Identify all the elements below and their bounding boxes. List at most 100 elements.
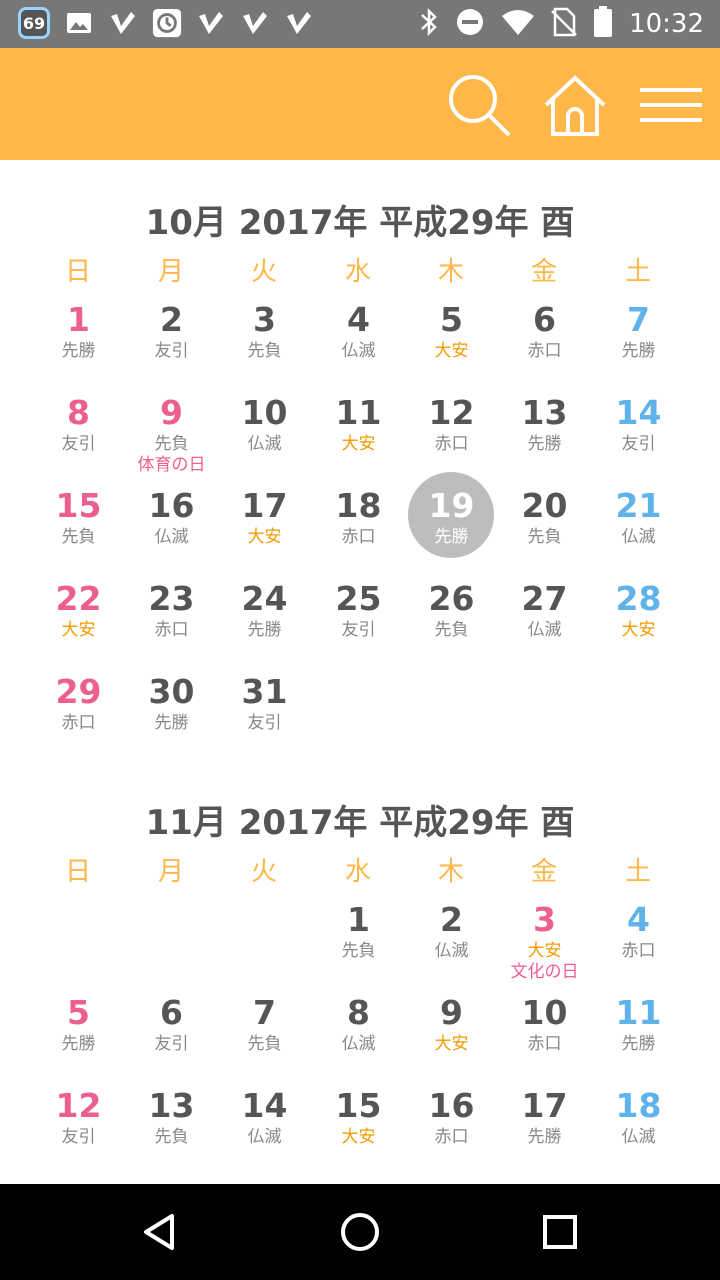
rokuyo-label: 仏滅 xyxy=(341,1034,376,1054)
weekday-header: 火 xyxy=(250,857,277,887)
weekday-header: 日 xyxy=(64,257,91,287)
calendar-day[interactable]: 30 先勝 xyxy=(125,672,218,734)
home-icon[interactable] xyxy=(540,70,610,140)
calendar-day[interactable]: 4 赤口 xyxy=(592,900,685,962)
calendar-day[interactable]: 13 先勝 xyxy=(498,393,591,455)
calendar-day[interactable]: 2 仏滅 xyxy=(405,900,498,962)
calendar-day[interactable]: 28 大安 xyxy=(592,579,685,641)
rokuyo-label: 先負 xyxy=(154,1127,189,1147)
recents-icon[interactable] xyxy=(534,1206,586,1258)
holiday-label: 体育の日 xyxy=(137,455,206,475)
calendar-day[interactable]: 3 大安 文化の日 xyxy=(498,900,591,982)
calendar-day[interactable]: 4 仏滅 xyxy=(312,300,405,362)
calendar-day[interactable]: 6 赤口 xyxy=(498,300,591,362)
calendar-day[interactable]: 11 大安 xyxy=(312,393,405,455)
wifi-icon xyxy=(501,8,535,40)
rokuyo-label: 先勝 xyxy=(154,713,189,733)
rokuyo-label: 友引 xyxy=(247,713,282,733)
month-title: 11月 2017年 平成29年 酉 xyxy=(145,803,575,843)
rokuyo-label: 先勝 xyxy=(61,1034,96,1054)
back-icon[interactable] xyxy=(134,1206,186,1258)
calendar-day[interactable]: 10 仏滅 xyxy=(218,393,311,455)
calendar-day[interactable]: 7 先負 xyxy=(218,993,311,1055)
check-icon xyxy=(196,8,226,38)
rokuyo-label: 仏滅 xyxy=(154,527,189,547)
calendar-day[interactable]: 9 大安 xyxy=(405,993,498,1055)
rokuyo-label: 友引 xyxy=(341,620,376,640)
weekday-header: 日 xyxy=(64,857,91,887)
day-number: 17 xyxy=(521,1086,568,1125)
day-number: 13 xyxy=(148,1086,195,1125)
day-number: 26 xyxy=(428,579,475,618)
check-icon xyxy=(240,8,270,38)
calendar-day[interactable]: 14 友引 xyxy=(592,393,685,455)
day-number: 11 xyxy=(335,393,382,432)
calendar-day[interactable]: 23 赤口 xyxy=(125,579,218,641)
calendar-day[interactable]: 17 大安 xyxy=(218,486,311,548)
calendar-day[interactable]: 26 先負 xyxy=(405,579,498,641)
calendar-day[interactable]: 8 仏滅 xyxy=(312,993,405,1055)
calendar-day[interactable]: 22 大安 xyxy=(32,579,125,641)
home-circle-icon[interactable] xyxy=(334,1206,386,1258)
weekday-header: 水 xyxy=(344,257,371,287)
calendar-day[interactable]: 21 仏滅 xyxy=(592,486,685,548)
day-number: 8 xyxy=(67,393,90,432)
weekday-header: 土 xyxy=(624,257,651,287)
day-number: 1 xyxy=(67,300,90,339)
menu-icon[interactable] xyxy=(636,70,706,140)
weekday-header: 月 xyxy=(157,257,184,287)
day-number: 5 xyxy=(67,993,90,1032)
rokuyo-label: 大安 xyxy=(621,620,656,640)
calendar-day[interactable]: 11 先勝 xyxy=(592,993,685,1055)
rokuyo-label: 先勝 xyxy=(434,527,469,547)
day-number: 18 xyxy=(335,486,382,525)
calendar-day[interactable]: 24 先勝 xyxy=(218,579,311,641)
rokuyo-label: 先勝 xyxy=(247,620,282,640)
rokuyo-label: 大安 xyxy=(341,434,376,454)
rokuyo-label: 先負 xyxy=(434,620,469,640)
calendar-day[interactable]: 15 先負 xyxy=(32,486,125,548)
calendar-day[interactable]: 17 先勝 xyxy=(498,1086,591,1148)
calendar-day[interactable]: 1 先負 xyxy=(312,900,405,962)
calendar-day[interactable]: 29 赤口 xyxy=(32,672,125,734)
calendar-day[interactable]: 19 先勝 xyxy=(405,486,498,548)
rokuyo-label: 仏滅 xyxy=(527,620,562,640)
calendar-day[interactable]: 20 先負 xyxy=(498,486,591,548)
day-number: 7 xyxy=(627,300,650,339)
calendar-day[interactable]: 2 友引 xyxy=(125,300,218,362)
calendar-day[interactable]: 12 赤口 xyxy=(405,393,498,455)
day-number: 13 xyxy=(521,393,568,432)
rokuyo-label: 先勝 xyxy=(527,434,562,454)
calendar-day[interactable]: 3 先負 xyxy=(218,300,311,362)
calendar-day[interactable]: 12 友引 xyxy=(32,1086,125,1148)
rokuyo-label: 先勝 xyxy=(527,1127,562,1147)
calendar-day[interactable]: 6 友引 xyxy=(125,993,218,1055)
battery-icon xyxy=(593,6,613,42)
rokuyo-label: 友引 xyxy=(61,1127,96,1147)
calendar-day[interactable]: 5 大安 xyxy=(405,300,498,362)
calendar-day[interactable]: 7 先勝 xyxy=(592,300,685,362)
calendar-day[interactable]: 14 仏滅 xyxy=(218,1086,311,1148)
calendar-day[interactable]: 31 友引 xyxy=(218,672,311,734)
calendar-day[interactable]: 18 仏滅 xyxy=(592,1086,685,1148)
search-icon[interactable] xyxy=(444,70,514,140)
calendar-day[interactable]: 18 赤口 xyxy=(312,486,405,548)
calendar-day[interactable]: 13 先負 xyxy=(125,1086,218,1148)
calendar-day[interactable]: 16 仏滅 xyxy=(125,486,218,548)
calendar-day[interactable]: 1 先勝 xyxy=(32,300,125,362)
day-number: 15 xyxy=(335,1086,382,1125)
calendar-day[interactable]: 9 先負 体育の日 xyxy=(125,393,218,475)
day-number: 27 xyxy=(521,579,568,618)
calendar-day[interactable]: 5 先勝 xyxy=(32,993,125,1055)
calendar-day[interactable]: 10 赤口 xyxy=(498,993,591,1055)
rokuyo-label: 赤口 xyxy=(527,341,562,361)
calendar-day[interactable]: 15 大安 xyxy=(312,1086,405,1148)
calendar-day[interactable]: 27 仏滅 xyxy=(498,579,591,641)
rokuyo-label: 赤口 xyxy=(434,1127,469,1147)
rokuyo-label: 先勝 xyxy=(61,341,96,361)
day-number: 8 xyxy=(347,993,370,1032)
calendar-day[interactable]: 16 赤口 xyxy=(405,1086,498,1148)
calendar-day[interactable]: 25 友引 xyxy=(312,579,405,641)
calendar-day[interactable]: 8 友引 xyxy=(32,393,125,455)
month-title: 10月 2017年 平成29年 酉 xyxy=(145,203,575,243)
